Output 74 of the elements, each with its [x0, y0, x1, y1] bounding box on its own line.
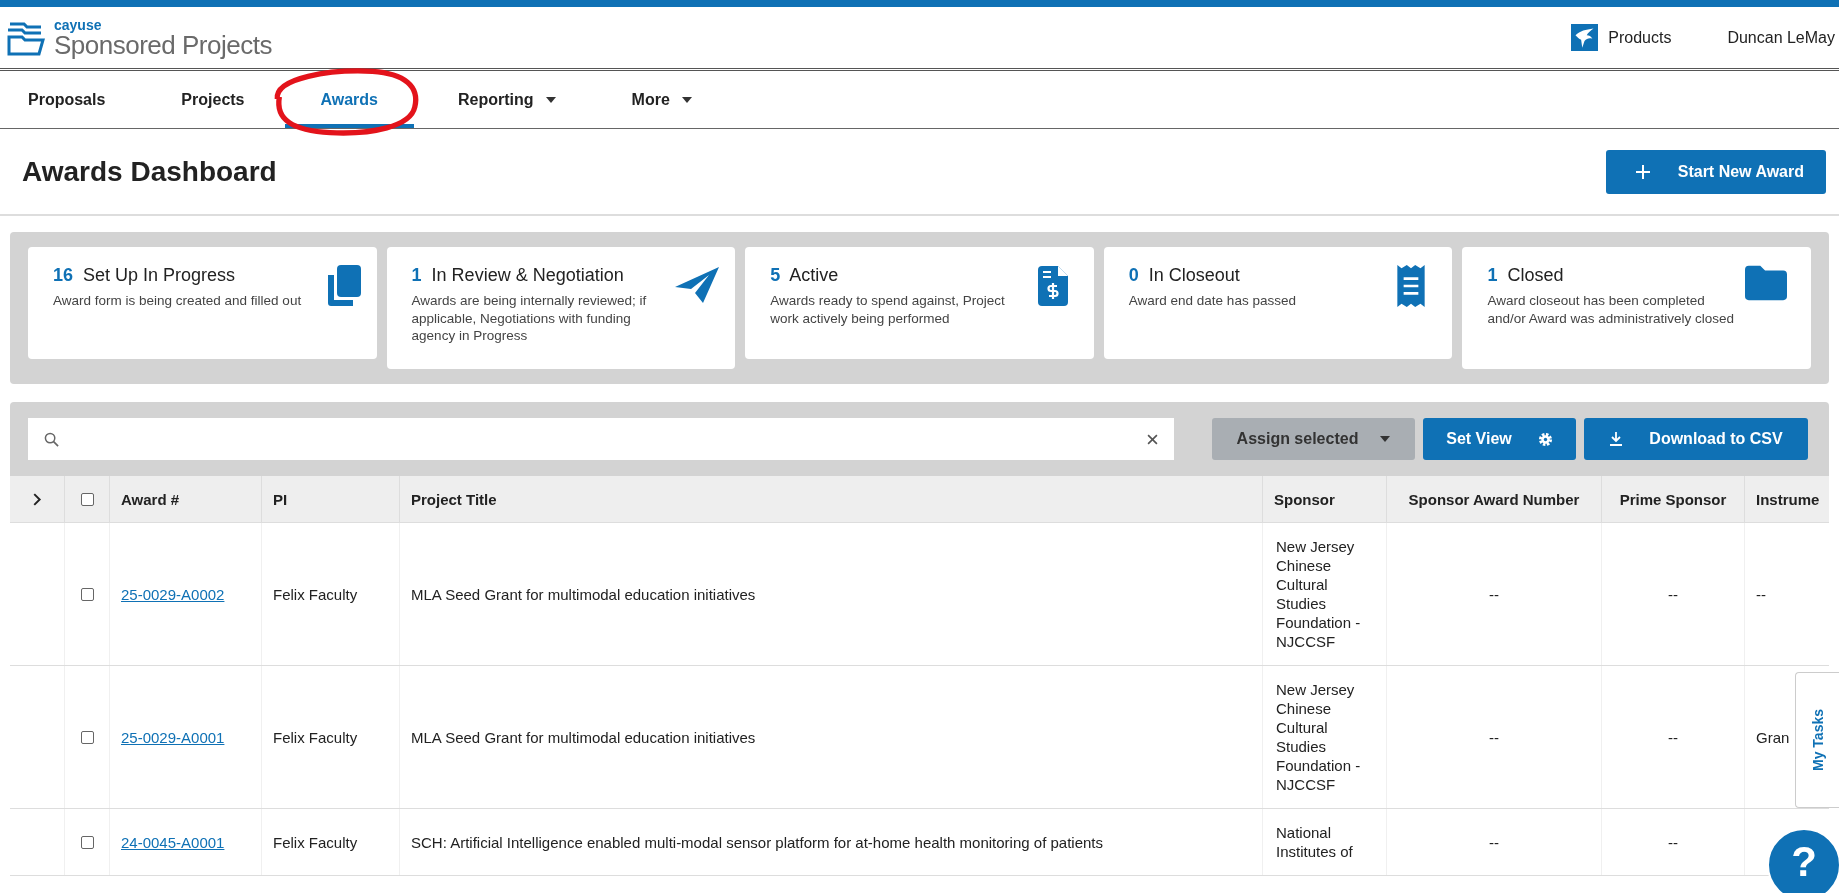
- column-header[interactable]: Instrume: [1745, 476, 1829, 522]
- folder-icon: [1745, 265, 1787, 301]
- status-card[interactable]: 1 Closed Award closeout has been completed and/or Award was administratively closed: [1462, 247, 1811, 369]
- card-description: Award end date has passed: [1128, 292, 1296, 310]
- status-card[interactable]: 16 Set Up In Progress Award form is being created and filled out: [28, 247, 377, 359]
- chevron-right-icon[interactable]: [32, 492, 42, 506]
- column-header[interactable]: Project Title: [400, 476, 1263, 522]
- table-cell: --: [1668, 585, 1678, 603]
- award-number-link[interactable]: 24-0045-A0001: [121, 833, 225, 851]
- download-csv-button[interactable]: Download to CSV: [1584, 418, 1808, 460]
- nav-tab[interactable]: Projects: [173, 71, 253, 128]
- nav-tab[interactable]: More: [623, 71, 700, 128]
- table-cell: --: [1489, 728, 1499, 746]
- row-checkbox[interactable]: [80, 730, 94, 744]
- card-title: 5 Active: [770, 265, 840, 286]
- column-header[interactable]: Sponsor Award Number: [1387, 476, 1602, 522]
- card-title: 1 Closed: [1487, 265, 1565, 286]
- column-header[interactable]: PI: [262, 476, 400, 522]
- caret-icon: [1380, 436, 1391, 442]
- table-cell: New Jersey Chinese Cultural Studies Foundation - NJCCSF: [1276, 680, 1362, 794]
- download-icon: [1609, 432, 1624, 446]
- table-cell: New Jersey Chinese Cultural Studies Foundation - NJCCSF: [1276, 537, 1362, 651]
- nav-tab[interactable]: Proposals: [20, 71, 114, 128]
- table-cell: Felix Faculty: [273, 585, 358, 603]
- row-checkbox[interactable]: [80, 835, 94, 849]
- status-card[interactable]: 1 In Review & Negotiation Awards are being internally reviewed; if applicable, Negotiations with funding agency in Progress: [386, 247, 736, 369]
- table-cell: Felix Faculty: [273, 728, 358, 746]
- nav-tab[interactable]: Reporting: [450, 71, 564, 128]
- table-cell: SCH: Artificial Intelligence enabled multi-modal sensor platform for at-home health monitoring of patients: [411, 833, 1103, 851]
- table-cell-text: National Institutes of: [1276, 823, 1354, 861]
- card-description: Award closeout has been completed and/or Award was administratively closed: [1487, 292, 1735, 328]
- table-cell: --: [1668, 728, 1678, 746]
- column-header[interactable]: Award #: [110, 476, 262, 522]
- status-card[interactable]: 0 In Closeout Award end date has passed: [1103, 247, 1453, 359]
- set-view-button[interactable]: Set View: [1423, 418, 1576, 460]
- search-icon: [44, 431, 59, 447]
- assign-selected-button[interactable]: Assign selected: [1212, 418, 1415, 460]
- gear-icon: [1537, 431, 1553, 447]
- paper-plane-icon: [675, 265, 720, 305]
- award-number-link[interactable]: 25-0029-A0002: [121, 585, 225, 603]
- table-cell: --: [1489, 833, 1499, 851]
- invoice-dollar-icon: [1037, 265, 1068, 307]
- search-field[interactable]: [28, 418, 1174, 460]
- plus-icon: [1635, 164, 1650, 179]
- card-title: 1 In Review & Negotiation: [411, 265, 625, 286]
- status-card[interactable]: 5 Active Awards ready to spend against, Project work actively being performed: [745, 247, 1094, 359]
- card-description: Awards ready to spend against, Project work actively being performed: [770, 292, 1006, 328]
- card-description: Awards are being internally reviewed; if applicable, Negotiations with funding agency in Progress: [411, 292, 648, 345]
- my-tasks-tab[interactable]: My Tasks: [1795, 672, 1839, 808]
- table-cell: --: [1756, 585, 1766, 603]
- page-title: Awards Dashboard: [22, 155, 277, 188]
- nav-tab[interactable]: Awards: [284, 71, 414, 128]
- receipt-icon: [1396, 265, 1427, 307]
- table-cell: MLA Seed Grant for multimodal education initiatives: [411, 585, 756, 603]
- select-all-checkbox[interactable]: [80, 492, 94, 506]
- products-icon: [1571, 24, 1599, 51]
- column-header[interactable]: Sponsor: [1263, 476, 1387, 522]
- column-header[interactable]: Prime Sponsor: [1602, 476, 1745, 522]
- products-link[interactable]: Products: [1571, 24, 1672, 51]
- start-new-award-button[interactable]: Start New Award: [1605, 149, 1826, 194]
- user-menu[interactable]: Duncan LeMay: [1727, 28, 1835, 47]
- card-title: 16 Set Up In Progress: [53, 265, 237, 286]
- table-cell: MLA Seed Grant for multimodal education initiatives: [411, 728, 756, 746]
- card-description: Award form is being created and filled out: [53, 292, 302, 310]
- table-cell: Gran: [1756, 728, 1790, 746]
- table-cell: --: [1489, 585, 1499, 603]
- table-cell: --: [1668, 833, 1678, 851]
- brand-name: cayuse: [54, 17, 103, 32]
- help-button[interactable]: ?: [1767, 828, 1839, 893]
- row-checkbox[interactable]: [80, 587, 94, 601]
- award-number-link[interactable]: 25-0029-A0001: [121, 728, 225, 746]
- card-title: 0 In Closeout: [1128, 265, 1241, 286]
- table-cell: Felix Faculty: [273, 833, 358, 851]
- clear-icon[interactable]: [1147, 433, 1158, 445]
